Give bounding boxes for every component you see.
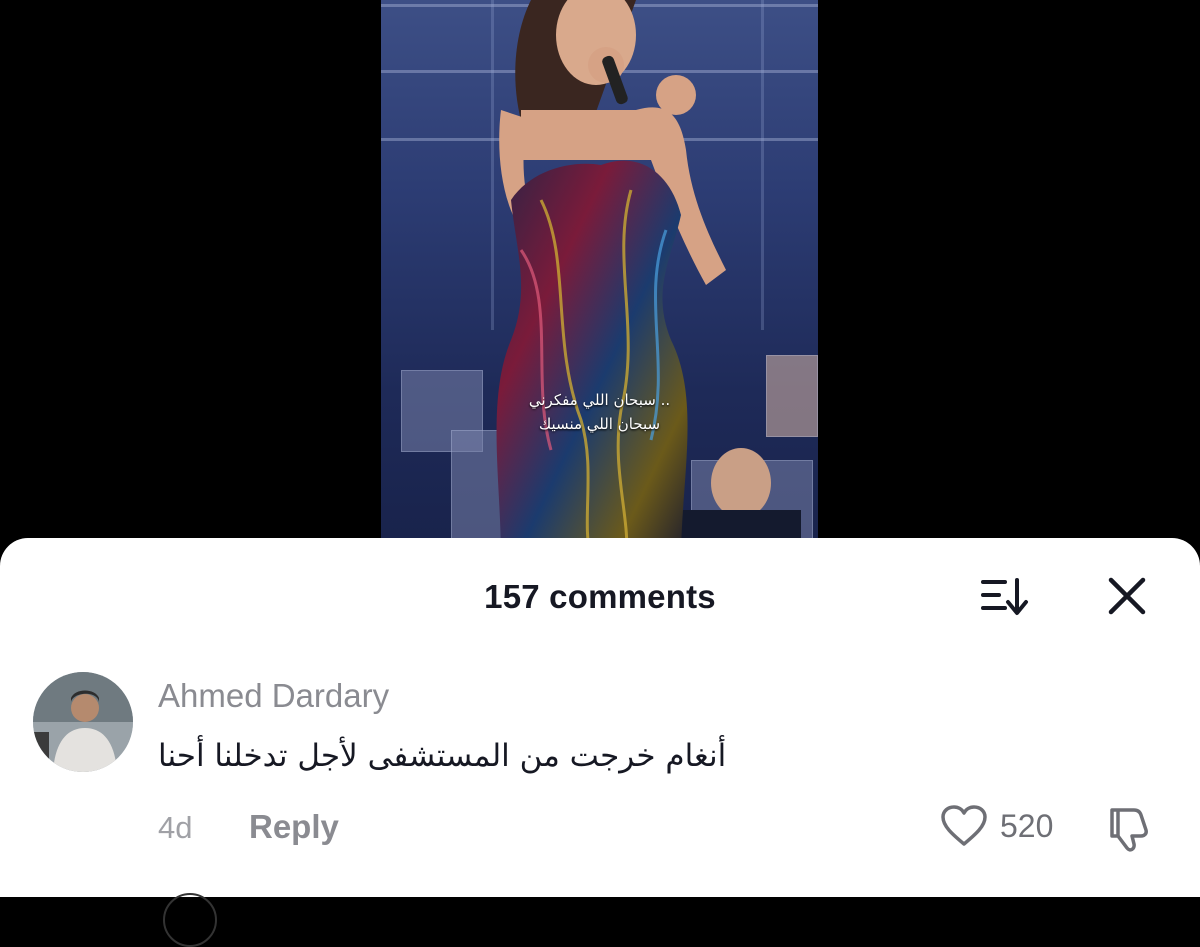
avatar[interactable]	[33, 672, 133, 772]
close-icon	[1108, 577, 1146, 615]
thumbs-down-icon	[1110, 808, 1148, 852]
sort-icon	[981, 578, 1028, 615]
video-subtitle-line-1: سبحان اللي مفكرني ..	[528, 391, 671, 409]
like-button[interactable]: 520	[940, 804, 1053, 848]
video-player[interactable]: سبحان اللي مفكرني .. سبحان اللي منسيك	[381, 0, 818, 560]
dislike-button[interactable]	[1104, 804, 1160, 854]
singer-figure	[496, 0, 726, 560]
comment-username[interactable]: Ahmed Dardary	[158, 677, 389, 715]
heart-icon	[941, 805, 987, 846]
sort-button[interactable]	[976, 568, 1032, 624]
comment-timestamp: 4d	[158, 810, 193, 845]
reply-button[interactable]: Reply	[249, 808, 339, 846]
close-button[interactable]	[1099, 568, 1155, 624]
next-comment-avatar[interactable]	[163, 893, 217, 947]
comment-text: أنغام خرجت من المستشفى لأجل تدخلنا أحنا	[158, 738, 727, 774]
like-count: 520	[1000, 807, 1054, 844]
comments-sheet: 157 comments Ahmed Dardary أنغام خرجت من…	[0, 538, 1200, 947]
video-subtitle-line-2: سبحان اللي منسيك	[538, 415, 661, 433]
